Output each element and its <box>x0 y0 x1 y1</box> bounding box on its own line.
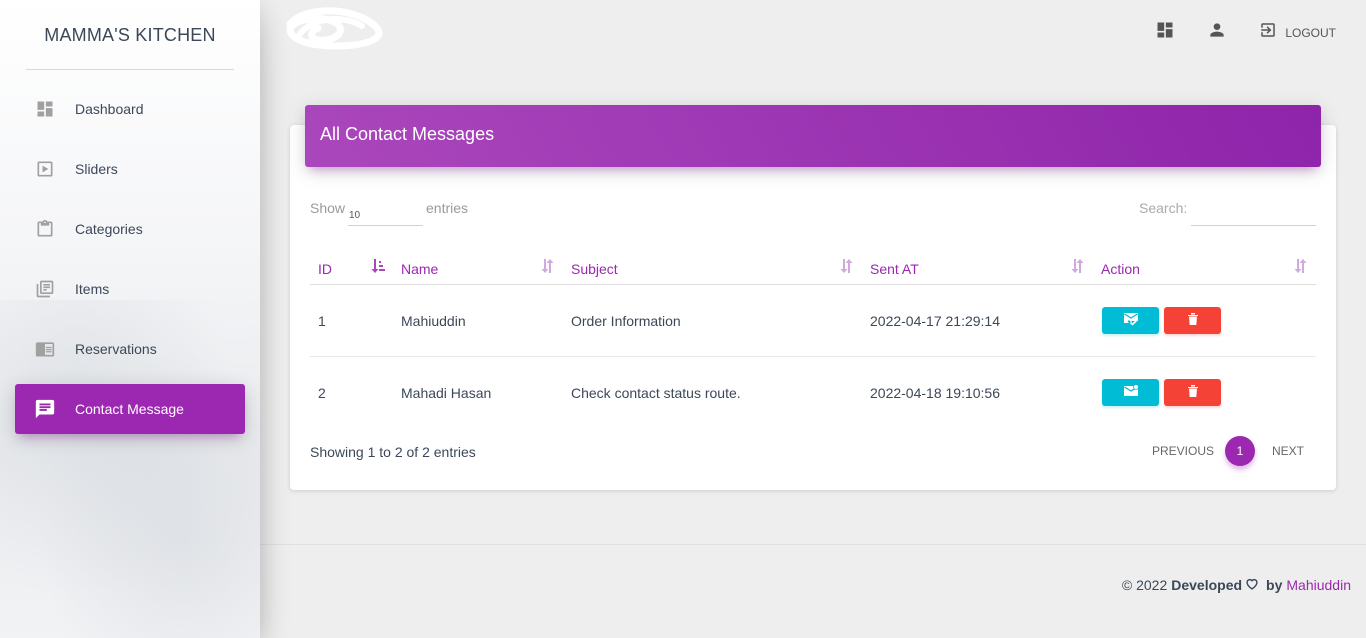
mail-check-icon <box>1123 312 1139 329</box>
dashboard-button[interactable] <box>1155 20 1175 45</box>
mark-read-button[interactable] <box>1102 307 1159 334</box>
search-label: Search: <box>1139 200 1188 216</box>
slider-icon <box>15 159 75 179</box>
sidebar-item-label: Dashboard <box>75 101 144 117</box>
heart-icon <box>1245 577 1259 593</box>
column-header-sent-at[interactable]: Sent AT <box>870 261 919 277</box>
cell-id: 2 <box>318 385 326 401</box>
sidebar-item-label: Reservations <box>75 341 157 357</box>
sidebar: MAMMA'S KITCHEN Dashboard Sliders Catego… <box>0 0 260 638</box>
developed-text: Developed <box>1171 577 1243 593</box>
sidebar-nav: Dashboard Sliders Categories Items Reser… <box>15 84 245 444</box>
dashboard-icon <box>1155 20 1175 45</box>
trash-icon <box>1187 384 1199 401</box>
sidebar-item-dashboard[interactable]: Dashboard <box>15 84 245 134</box>
column-header-id[interactable]: ID <box>318 261 332 277</box>
clipboard-icon <box>15 219 75 239</box>
scribble-mark <box>286 7 383 50</box>
sidebar-item-label: Items <box>75 281 110 297</box>
dashboard-icon <box>15 99 75 119</box>
person-icon <box>1207 20 1227 45</box>
sort-asc-icon[interactable] <box>371 258 385 277</box>
sidebar-item-label: Contact Message <box>75 401 184 417</box>
table-header: ID Name Subject Sent AT Action <box>310 248 1316 285</box>
table-info: Showing 1 to 2 of 2 entries <box>310 444 476 460</box>
search-input[interactable] <box>1191 200 1316 226</box>
show-label: Show <box>310 200 346 216</box>
profile-button[interactable] <box>1207 20 1227 45</box>
copyright-text: © 2022 <box>1121 577 1168 593</box>
footer-divider <box>260 544 1366 545</box>
page-title: All Contact Messages <box>320 124 495 144</box>
messages-table: ID Name Subject Sent AT Action 1 Mahiudd… <box>310 248 1316 429</box>
sidebar-item-label: Categories <box>75 221 143 237</box>
page-1-button[interactable]: 1 <box>1225 436 1255 466</box>
sidebar-item-categories[interactable]: Categories <box>15 204 245 254</box>
chrome-reader-icon <box>15 339 75 359</box>
mail-unread-icon <box>1123 384 1139 401</box>
cell-subject: Check contact status route. <box>571 385 741 401</box>
cell-sent-at: 2022-04-17 21:29:14 <box>870 313 1000 329</box>
cell-name: Mahadi Hasan <box>401 385 492 401</box>
sort-icon[interactable] <box>541 258 555 277</box>
cell-id: 1 <box>318 313 326 329</box>
author-link[interactable]: Mahiuddin <box>1286 577 1351 593</box>
sort-icon[interactable] <box>1071 258 1085 277</box>
sidebar-item-reservations[interactable]: Reservations <box>15 324 245 374</box>
chat-icon <box>15 398 75 420</box>
column-header-name[interactable]: Name <box>401 261 438 277</box>
mark-read-button[interactable] <box>1102 379 1159 406</box>
entries-label: entries <box>426 200 469 216</box>
sidebar-item-sliders[interactable]: Sliders <box>15 144 245 194</box>
delete-button[interactable] <box>1164 307 1221 334</box>
previous-page-button[interactable]: PREVIOUS <box>1152 444 1214 458</box>
sidebar-item-label: Sliders <box>75 161 118 177</box>
cell-sent-at: 2022-04-18 19:10:56 <box>870 385 1000 401</box>
entries-select[interactable]: 10 <box>348 207 423 226</box>
next-page-button[interactable]: NEXT <box>1272 444 1304 458</box>
cell-name: Mahiuddin <box>401 313 466 329</box>
top-actions: LOGOUT <box>1123 20 1336 45</box>
table-row: 2 Mahadi Hasan Check contact status rout… <box>310 357 1316 429</box>
table-row: 1 Mahiuddin Order Information 2022-04-17… <box>310 285 1316 357</box>
column-header-subject[interactable]: Subject <box>571 261 618 277</box>
sort-icon[interactable] <box>1294 258 1308 277</box>
footer: © 2022 Developed by Mahiuddin <box>1122 577 1351 593</box>
logout-icon <box>1259 21 1277 44</box>
logout-label: LOGOUT <box>1285 25 1336 40</box>
sidebar-item-items[interactable]: Items <box>15 264 245 314</box>
cell-subject: Order Information <box>571 313 681 329</box>
trash-icon <box>1187 312 1199 329</box>
brand-logo[interactable]: MAMMA'S KITCHEN <box>0 0 260 70</box>
sort-icon[interactable] <box>840 258 854 277</box>
card-header: All Contact Messages <box>305 105 1321 167</box>
delete-button[interactable] <box>1164 379 1221 406</box>
sidebar-item-contact-message[interactable]: Contact Message <box>15 384 245 434</box>
logout-button[interactable]: LOGOUT <box>1259 21 1336 44</box>
by-text: by <box>1266 577 1283 593</box>
library-books-icon <box>15 279 75 299</box>
column-header-action[interactable]: Action <box>1101 261 1140 277</box>
brand-divider <box>26 69 234 70</box>
